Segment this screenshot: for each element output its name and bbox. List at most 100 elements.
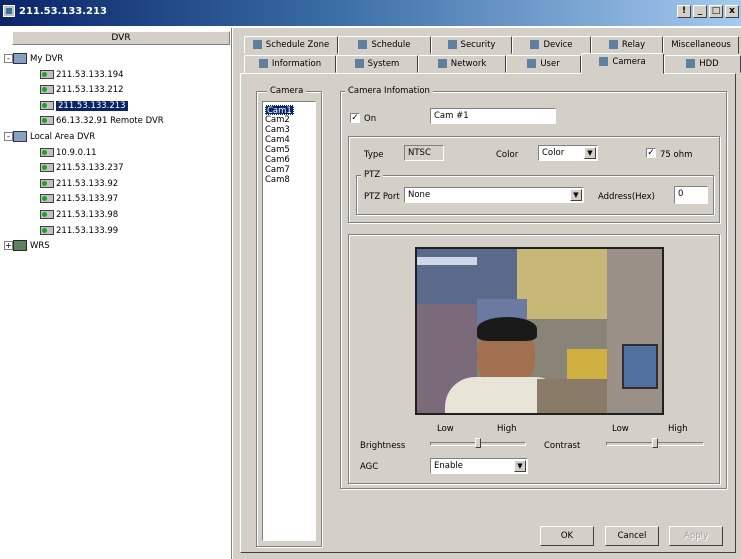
contrast-label: Contrast [544,441,581,451]
tab-label: Camera [612,57,646,67]
address-label: Address(Hex) [598,192,655,202]
contrast-high-label: High [668,424,688,434]
tree-item-dvr[interactable]: 10.9.0.11 [40,146,97,160]
tab-network[interactable]: Network [418,55,506,73]
dvr-icon [40,178,54,188]
expand-icon[interactable]: + [4,241,13,251]
camera-on-label: On [364,114,377,124]
camera-list-item[interactable]: Cam3 [265,125,290,135]
collapse-icon[interactable]: - [4,54,13,63]
camera-list[interactable]: Cam1 Cam2 Cam3 Cam4 Cam5 Cam6 Cam7 Cam8 [262,101,316,541]
cancel-button[interactable]: Cancel [605,526,659,546]
address-input[interactable]: 0 [674,186,708,204]
camera-list-item[interactable]: Cam4 [265,135,290,145]
camera-preview-image [415,247,664,415]
camera-list-item[interactable]: Cam8 [265,175,290,185]
tree-item-label: 211.53.133.194 [56,69,124,80]
tab-hdd[interactable]: HDD [664,55,741,73]
tab-label: Security [460,40,496,50]
ptz-port-label: PTZ Port [364,192,400,202]
schedule-zone-icon [252,40,262,49]
tab-label: Schedule [371,40,411,50]
window-title: 211.53.133.213 [19,6,107,17]
minimize-button[interactable]: _ [693,5,707,18]
collapse-icon[interactable]: - [4,132,13,141]
tree-item-dvr[interactable]: 66.13.32.91 Remote DVR [40,114,164,128]
tab-device[interactable]: Device [512,36,591,54]
75-ohm-checkbox[interactable]: ✓ [646,148,656,158]
tree-item-label: 211.53.133.92 [56,178,119,189]
camera-list-item[interactable]: Cam6 [265,155,290,165]
tree-item-dvr[interactable]: 211.53.133.237 [40,161,124,175]
contrast-slider[interactable] [606,438,704,450]
tree-item-label: 211.53.133.212 [56,85,124,96]
camera-group-title: Camera [267,86,307,96]
tree-item-label: 211.53.133.237 [56,163,124,174]
contrast-low-label: Low [612,424,629,434]
tree-item-dvr[interactable]: 211.53.133.99 [40,224,118,238]
brightness-slider[interactable] [430,438,526,450]
help-button[interactable]: ! [677,5,691,18]
dvr-icon [40,163,54,173]
camera-list-item[interactable]: Cam7 [265,165,290,175]
chevron-down-icon[interactable]: ▼ [584,147,596,159]
tree-item-label: 211.53.133.99 [56,225,119,236]
tree-item-label: WRS [30,241,50,252]
camera-list-item[interactable]: Cam2 [265,115,290,125]
tree-item-label: 66.13.32.91 Remote DVR [56,116,164,127]
tree-item-wrs[interactable]: + WRS [4,239,50,253]
tab-system[interactable]: System [336,55,418,73]
tree-item-group[interactable]: - Local Area DVR [4,130,95,144]
tree-item-dvr[interactable]: 211.53.133.97 [40,192,118,206]
maximize-button[interactable]: □ [709,5,723,18]
color-select[interactable]: Color ▼ [538,145,598,161]
tab-information[interactable]: Information [244,55,336,73]
camera-info-title: Camera Infomation [345,86,433,96]
tab-schedule[interactable]: Schedule [338,36,431,54]
dvr-icon [40,85,54,95]
tab-label: Miscellaneous [671,40,731,50]
apply-button[interactable]: Apply [669,526,723,546]
75-ohm-label: 75 ohm [660,150,693,160]
tree-item-dvr[interactable]: 211.53.133.212 [40,83,124,97]
information-icon [258,59,268,68]
color-label: Color [496,150,519,160]
tab-relay[interactable]: Relay [591,36,663,54]
dvr-icon [40,194,54,204]
tab-security[interactable]: Security [431,36,512,54]
tree-item-dvr[interactable]: 211.53.133.194 [40,68,124,82]
wrs-icon [13,240,27,252]
contrast-slider-thumb[interactable] [652,438,658,448]
brightness-slider-thumb[interactable] [475,438,481,448]
chevron-down-icon[interactable]: ▼ [514,460,526,472]
tab-label: Network [450,59,487,69]
agc-select[interactable]: Enable ▼ [430,458,528,474]
camera-on-checkbox[interactable]: ✓ [350,113,360,123]
close-button[interactable]: x [725,5,739,18]
ok-button[interactable]: OK [540,526,594,546]
tab-user[interactable]: User [506,55,581,73]
security-icon [447,40,457,49]
ptz-port-select[interactable]: None ▼ [404,187,584,203]
tab-miscellaneous[interactable]: Miscellaneous [663,36,739,54]
color-select-value: Color [542,148,565,158]
camera-name-input[interactable]: Cam #1 [430,108,556,124]
tree-item-dvr[interactable]: 211.53.133.213 [40,99,128,113]
tab-label: Schedule Zone [265,40,330,50]
type-value: NTSC [404,145,444,161]
tree-item-group[interactable]: - My DVR [4,52,63,66]
camera-list-item[interactable]: Cam5 [265,145,290,155]
type-label: Type [364,150,384,160]
system-icon [354,59,364,68]
tree-item-label: 211.53.133.213 [56,100,128,111]
tree-item-dvr[interactable]: 211.53.133.92 [40,177,118,191]
tab-camera[interactable]: Camera [581,53,664,74]
chevron-down-icon[interactable]: ▼ [570,189,582,201]
network-group-icon [13,131,27,142]
dvr-tree-header[interactable]: DVR [12,31,230,45]
title-bar: 211.53.133.213 ! _ □ x [0,0,741,26]
tab-schedule-zone[interactable]: Schedule Zone [244,36,338,54]
dvr-icon [40,225,54,235]
tree-item-dvr[interactable]: 211.53.133.98 [40,208,118,222]
camera-list-item[interactable]: Cam1 [265,105,294,116]
